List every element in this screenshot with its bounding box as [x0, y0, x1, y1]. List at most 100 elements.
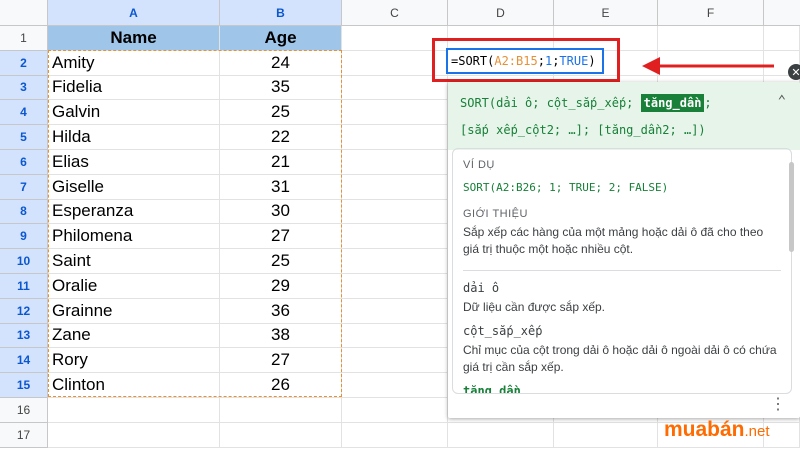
name-cell[interactable]: Elias [48, 150, 220, 175]
row-header[interactable]: 11 [0, 274, 48, 299]
name-cell[interactable]: Saint [48, 249, 220, 274]
column-header-d[interactable]: D [448, 0, 554, 26]
empty-cell[interactable] [342, 125, 448, 150]
empty-cell[interactable] [342, 100, 448, 126]
formula-cell-editor[interactable]: =SORT(A2:B15; 1; TRUE) [446, 48, 604, 74]
age-cell[interactable]: 27 [220, 224, 342, 250]
age-cell[interactable]: 30 [220, 199, 342, 225]
row-header[interactable]: 10 [0, 249, 48, 274]
param-ascending-name: tăng_dần [463, 384, 521, 394]
empty-cell[interactable] [342, 274, 448, 299]
empty-cell[interactable] [220, 398, 342, 423]
age-cell[interactable]: 24 [220, 50, 342, 76]
empty-cell[interactable] [342, 199, 448, 225]
empty-cell[interactable] [342, 422, 448, 448]
more-options-icon[interactable]: ⋮ [770, 394, 786, 414]
column-header-c[interactable]: C [342, 0, 448, 26]
function-help-body[interactable]: VÍ DỤ SORT(A2:B26; 1; TRUE; 2; FALSE) GI… [452, 148, 792, 394]
empty-cell[interactable] [48, 398, 220, 423]
row-header[interactable]: 16 [0, 398, 48, 423]
age-cell[interactable]: 35 [220, 75, 342, 101]
age-cell[interactable]: 21 [220, 150, 342, 175]
empty-cell[interactable] [658, 26, 764, 51]
empty-cell[interactable] [342, 174, 448, 200]
empty-cell[interactable] [342, 323, 448, 349]
signature-part-1c: ; [704, 96, 712, 110]
empty-cell[interactable] [342, 373, 448, 398]
row-header[interactable]: 9 [0, 224, 48, 250]
empty-cell[interactable] [342, 150, 448, 175]
row-header[interactable]: 15 [0, 373, 48, 398]
row-header[interactable]: 5 [0, 125, 48, 150]
param-sort-column-name: cột_sắp_xếp [463, 324, 543, 338]
formula-suffix: ) [588, 54, 596, 68]
formula-prefix: =SORT( [451, 54, 495, 68]
function-help-popup: SORT(dải ô; cột_sắp_xếp; tăng_dần; [sắp … [448, 82, 800, 418]
name-cell[interactable]: Zane [48, 323, 220, 349]
name-cell[interactable]: Grainne [48, 298, 220, 324]
age-cell[interactable]: 29 [220, 274, 342, 299]
row-header[interactable]: 17 [0, 422, 48, 448]
name-cell[interactable]: Rory [48, 348, 220, 374]
intro-text: Sắp xếp các hàng của một mảng hoặc dải ô… [463, 225, 764, 256]
formula-sep1: ; [537, 54, 545, 68]
popup-scrollbar[interactable] [789, 162, 794, 252]
row-header[interactable]: 12 [0, 298, 48, 324]
name-cell[interactable]: Giselle [48, 174, 220, 200]
age-cell[interactable]: 25 [220, 100, 342, 126]
row-header[interactable]: 8 [0, 199, 48, 225]
name-cell[interactable]: Philomena [48, 224, 220, 250]
empty-cell[interactable] [342, 398, 448, 423]
signature-part-2: [sắp xếp_cột2; …]; [tăng_dần2; …]) [460, 123, 706, 137]
name-cell[interactable]: Fidelia [48, 75, 220, 101]
row-header[interactable]: 4 [0, 100, 48, 126]
empty-cell[interactable] [764, 26, 800, 51]
example-formula: SORT(A2:B26; 1; TRUE; 2; FALSE) [463, 181, 669, 194]
formula-flag: TRUE [559, 54, 589, 68]
close-icon[interactable]: ✕ [788, 64, 800, 80]
column-header-e[interactable]: E [554, 0, 658, 26]
name-cell[interactable]: Amity [48, 50, 220, 76]
table-header-cell[interactable]: Age [220, 26, 342, 51]
table-header-cell[interactable]: Name [48, 26, 220, 51]
empty-cell[interactable] [342, 348, 448, 374]
age-cell[interactable]: 38 [220, 323, 342, 349]
row-header[interactable]: 13 [0, 323, 48, 349]
empty-cell[interactable] [554, 422, 658, 448]
row-header[interactable]: 7 [0, 174, 48, 200]
formula-sep2: ; [552, 54, 560, 68]
empty-cell[interactable] [342, 298, 448, 324]
age-cell[interactable]: 31 [220, 174, 342, 200]
name-cell[interactable]: Oralie [48, 274, 220, 299]
row-header[interactable]: 6 [0, 150, 48, 175]
signature-part-1: SORT(dải ô; cột_sắp_xếp; [460, 96, 641, 110]
empty-cell[interactable] [48, 422, 220, 448]
column-header-f[interactable]: F [658, 0, 764, 26]
column-header-b[interactable]: B [220, 0, 342, 26]
divider [463, 270, 781, 271]
row-header[interactable]: 1 [0, 26, 48, 51]
name-cell[interactable]: Galvin [48, 100, 220, 126]
age-cell[interactable]: 22 [220, 125, 342, 150]
collapse-chevron-icon[interactable]: ⌃ [778, 88, 786, 115]
param-range-desc: Dữ liệu cần được sắp xếp. [463, 300, 606, 314]
row-header[interactable]: 14 [0, 348, 48, 374]
age-cell[interactable]: 36 [220, 298, 342, 324]
column-header-a[interactable]: A [48, 0, 220, 26]
name-cell[interactable]: Hilda [48, 125, 220, 150]
empty-cell[interactable] [220, 422, 342, 448]
name-cell[interactable]: Esperanza [48, 199, 220, 225]
age-cell[interactable]: 26 [220, 373, 342, 398]
empty-cell[interactable] [342, 224, 448, 250]
name-cell[interactable]: Clinton [48, 373, 220, 398]
select-all-corner[interactable] [0, 0, 48, 26]
formula-col: 1 [544, 54, 553, 68]
empty-cell[interactable] [448, 422, 554, 448]
signature-active-param: tăng_dần [640, 94, 705, 112]
age-cell[interactable]: 27 [220, 348, 342, 374]
row-header[interactable]: 3 [0, 75, 48, 101]
empty-cell[interactable] [342, 249, 448, 274]
column-header-g[interactable] [764, 0, 800, 26]
row-header[interactable]: 2 [0, 50, 48, 76]
age-cell[interactable]: 25 [220, 249, 342, 274]
